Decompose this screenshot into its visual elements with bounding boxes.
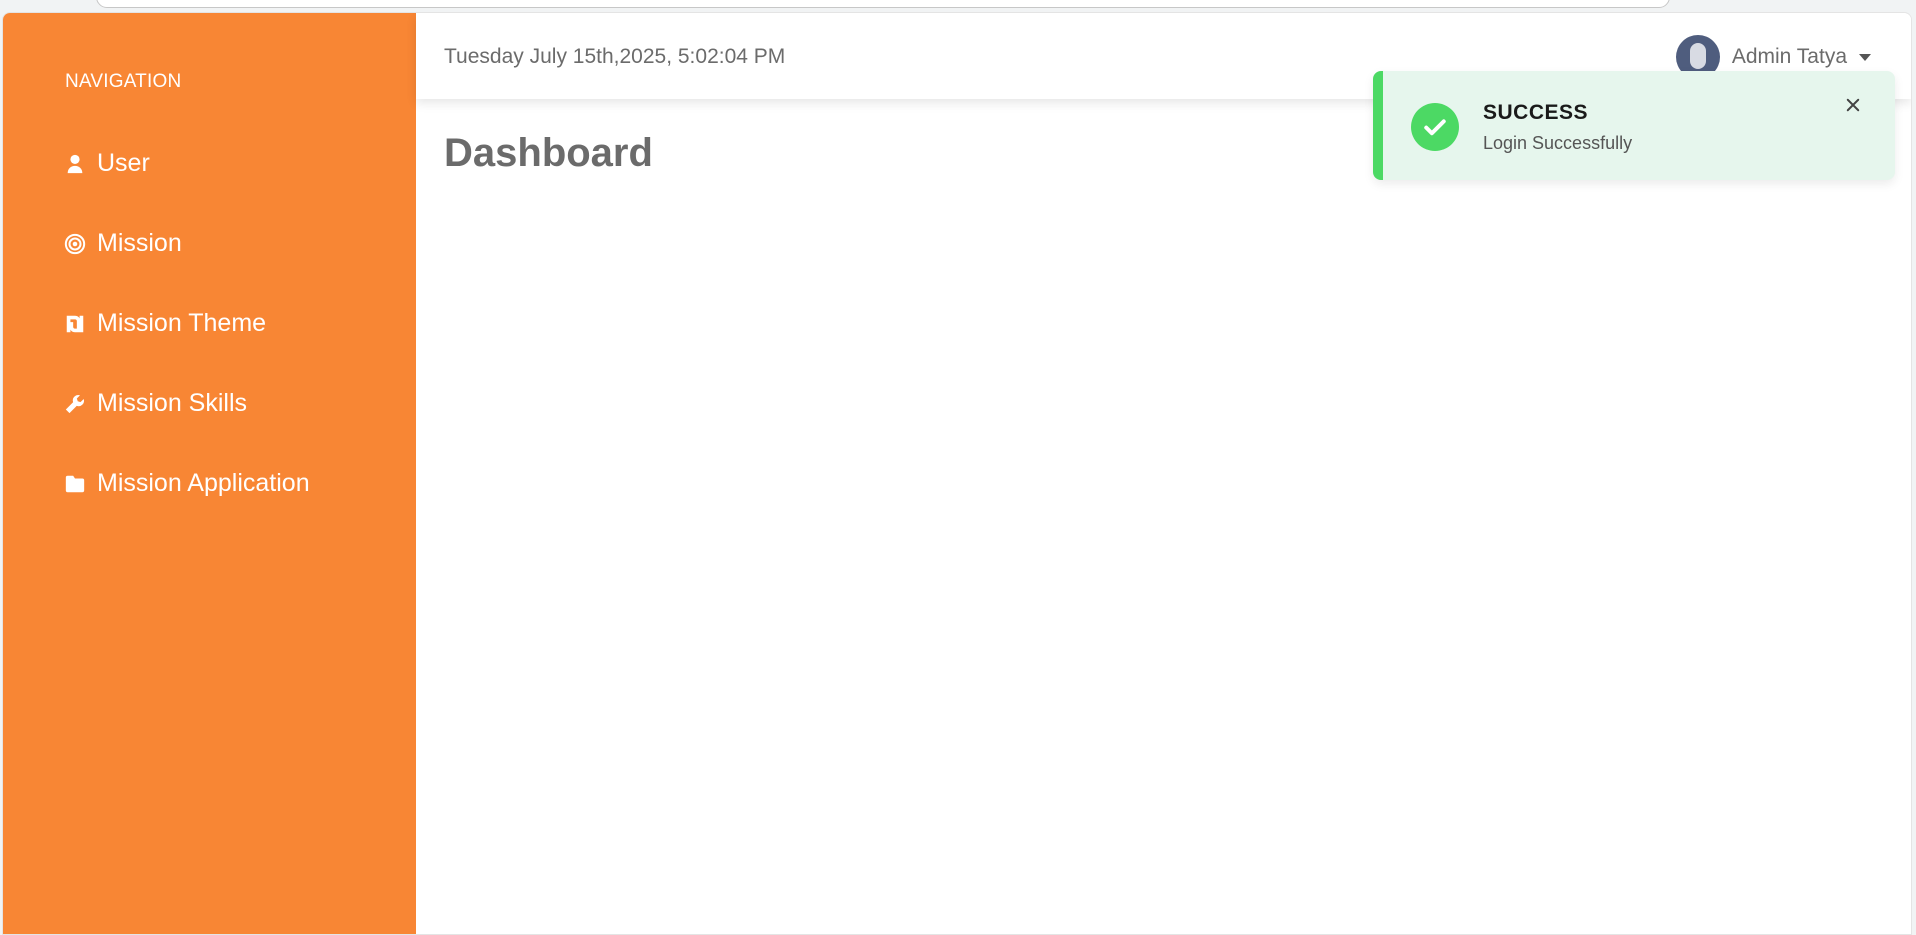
- sidebar-item-mission[interactable]: Mission: [63, 229, 182, 258]
- sidebar-item-mission-application[interactable]: Mission Application: [63, 469, 310, 498]
- toast-message: Login Successfully: [1483, 133, 1633, 153]
- toast-title: SUCCESS: [1483, 101, 1589, 124]
- target-icon: [63, 232, 87, 256]
- navigation-heading: NAVIGATION: [65, 71, 182, 92]
- sidebar-item-label: Mission: [97, 229, 182, 257]
- sidebar-item-label: Mission Theme: [97, 309, 267, 337]
- page-title: Dashboard: [444, 131, 653, 175]
- folder-icon: [63, 472, 87, 496]
- sidebar-item-user[interactable]: User: [63, 149, 150, 178]
- sidebar-item-mission-skills[interactable]: Mission Skills: [63, 389, 247, 418]
- sidebar: NAVIGATION User Mission Mission Theme Mi…: [3, 13, 416, 934]
- address-bar[interactable]: [96, 0, 1670, 8]
- sidebar-item-label: User: [97, 149, 150, 177]
- sheqel-icon: [63, 312, 87, 336]
- user-name: Admin Tatya: [1731, 45, 1847, 68]
- app-window: NAVIGATION User Mission Mission Theme Mi…: [2, 12, 1912, 935]
- sidebar-item-label: Mission Skills: [97, 389, 248, 417]
- browser-top-strip: [0, 0, 1916, 12]
- check-circle-icon: [1411, 103, 1459, 151]
- caret-down-icon: [1859, 53, 1871, 61]
- user-icon: [63, 152, 87, 176]
- success-toast: SUCCESS Login Successfully: [1373, 71, 1895, 180]
- sidebar-item-label: Mission Application: [97, 469, 310, 497]
- current-datetime: Tuesday July 15th,2025, 5:02:04 PM: [444, 45, 786, 68]
- close-icon[interactable]: [1841, 93, 1865, 117]
- wrench-icon: [63, 392, 87, 416]
- sidebar-item-mission-theme[interactable]: Mission Theme: [63, 309, 266, 338]
